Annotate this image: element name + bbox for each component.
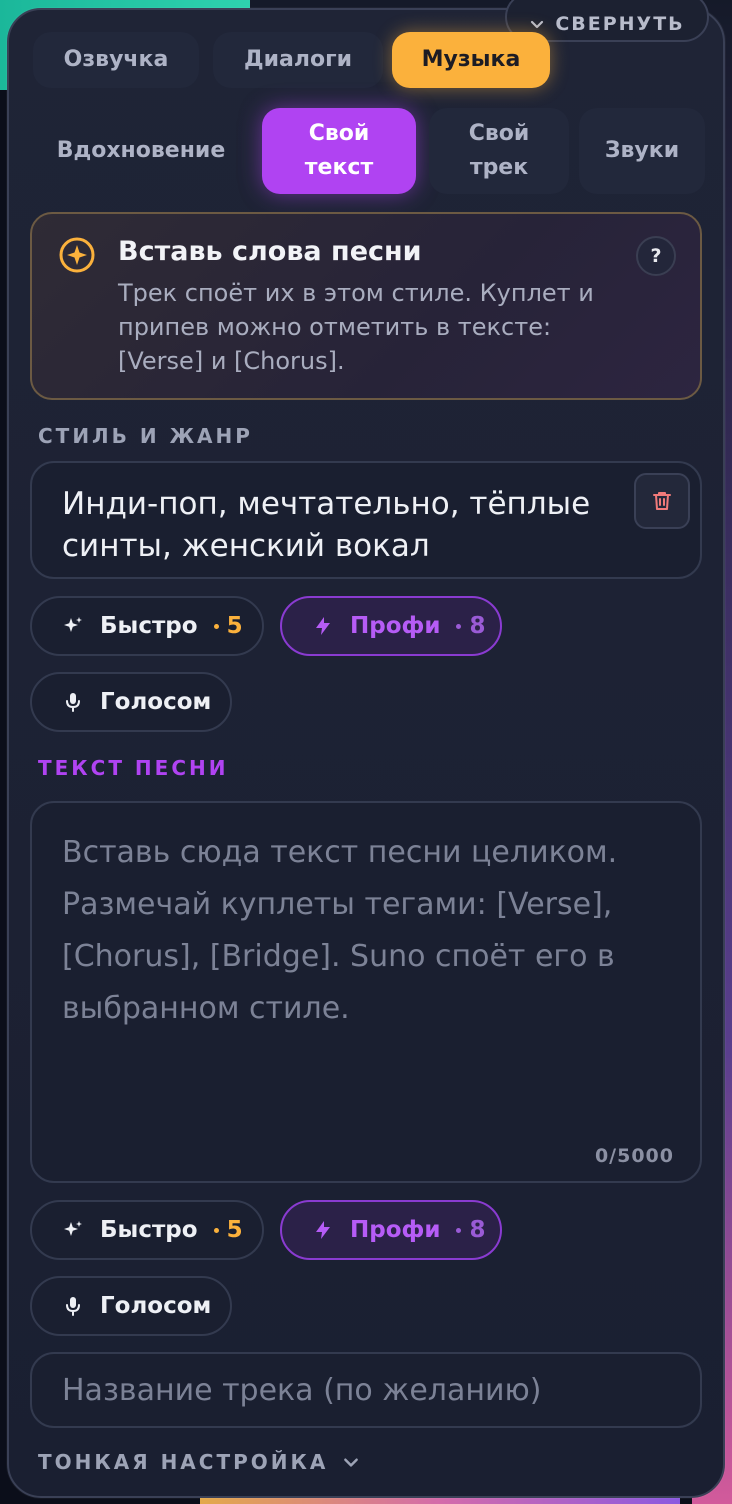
fast-label: Быстро [100, 613, 198, 639]
tab-music[interactable]: Музыка [392, 32, 550, 88]
fast-cost: 5 [213, 613, 243, 639]
lyrics-textarea[interactable]: Вставь сюда текст песни целиком. Размеча… [30, 801, 702, 1183]
pro-label: Профи [350, 1217, 441, 1243]
clear-style-button[interactable] [634, 473, 690, 529]
subtab-inspiration[interactable]: Вдохновение [33, 108, 249, 194]
style-voice-button[interactable]: Голосом [30, 672, 232, 732]
chevron-down-icon [531, 20, 544, 29]
style-pro-button[interactable]: Профи 8 [280, 596, 502, 656]
lightning-icon [316, 617, 330, 635]
microphone-icon [66, 693, 80, 712]
fast-cost: 5 [213, 1217, 243, 1243]
tab-voiceover[interactable]: Озвучка [33, 32, 199, 88]
chevron-down-icon [344, 1458, 359, 1467]
style-field[interactable]: Инди-поп, мечтательно, тёплые синты, жен… [30, 461, 702, 579]
tab-dialogs[interactable]: Диалоги [213, 32, 383, 88]
trash-icon [653, 492, 671, 510]
lyrics-fast-button[interactable]: Быстро 5 [30, 1200, 264, 1260]
subtab-own-track[interactable]: Свой трек [429, 108, 569, 194]
style-fast-button[interactable]: Быстро 5 [30, 596, 264, 656]
info-title: Вставь слова песни [118, 236, 422, 267]
voice-label: Голосом [100, 1293, 212, 1319]
fine-tune-label: ТОНКАЯ НАСТРОЙКА [38, 1450, 329, 1474]
fine-tune-toggle[interactable]: ТОНКАЯ НАСТРОЙКА [38, 1450, 360, 1474]
lyrics-voice-button[interactable]: Голосом [30, 1276, 232, 1336]
pro-cost: 8 [456, 1217, 485, 1243]
microphone-icon [66, 1297, 80, 1316]
lightning-icon [316, 1221, 330, 1239]
lyrics-pro-button[interactable]: Профи 8 [280, 1200, 502, 1260]
style-value: Инди-поп, мечтательно, тёплые синты, жен… [62, 486, 591, 564]
lyrics-section-label: ТЕКСТ ПЕСНИ [38, 756, 229, 780]
info-text: Трек споёт их в этом стиле. Куплет и при… [118, 279, 594, 375]
track-title-input[interactable] [30, 1352, 702, 1428]
subtab-own-lyrics[interactable]: Свой текст [262, 108, 416, 194]
subtab-sounds[interactable]: Звуки [579, 108, 705, 194]
fast-label: Быстро [100, 1217, 198, 1243]
lyrics-info-card: Вставь слова песни Трек споёт их в этом … [30, 212, 702, 400]
collapse-label: СВЕРНУТЬ [555, 13, 685, 35]
style-section-label: СТИЛЬ И ЖАНР [38, 424, 253, 448]
sparkles-icon [64, 617, 82, 632]
sparkles-icon [64, 1221, 82, 1236]
pro-label: Профи [350, 613, 441, 639]
pro-cost: 8 [456, 613, 485, 639]
voice-label: Голосом [100, 689, 212, 715]
sparkle-icon [59, 237, 95, 273]
help-button[interactable]: ? [636, 236, 676, 276]
lyrics-placeholder: Вставь сюда текст песни целиком. Размеча… [62, 835, 618, 1026]
lyrics-counter: 0/5000 [594, 1145, 674, 1167]
